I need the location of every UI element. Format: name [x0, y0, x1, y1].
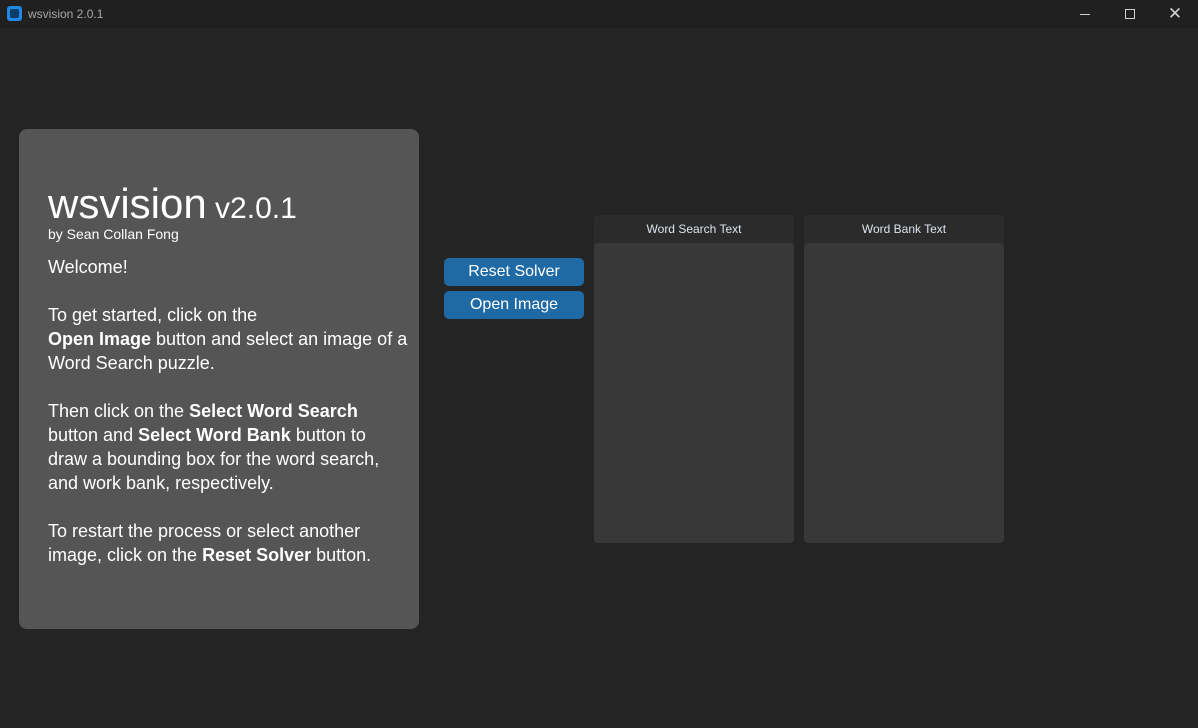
title-bar: wsvision 2.0.1 ✕	[0, 0, 1198, 28]
info-panel: wsvision v2.0.1 by Sean Collan Fong Welc…	[19, 129, 419, 629]
maximize-icon	[1125, 9, 1135, 19]
p2-bold1: Select Word Search	[189, 401, 358, 421]
p2-pre: Then click on the	[48, 401, 190, 421]
instructions-paragraph-3: To restart the process or select another…	[48, 519, 408, 567]
p1-pre: To get started, click on the	[48, 305, 258, 325]
app-name: wsvision	[48, 180, 207, 227]
word-bank-panel: Word Bank Text	[804, 215, 1004, 543]
word-search-textbox[interactable]	[594, 243, 794, 543]
app-icon	[7, 6, 22, 21]
instructions-paragraph-1: To get started, click on the Open Image b…	[48, 303, 408, 375]
app-version: v2.0.1	[206, 192, 297, 225]
word-bank-textbox[interactable]	[804, 243, 1004, 543]
word-bank-label: Word Bank Text	[861, 222, 947, 236]
close-icon: ✕	[1167, 3, 1183, 24]
p3-bold: Reset Solver	[202, 545, 312, 565]
minimize-icon	[1080, 13, 1090, 15]
reset-solver-button[interactable]: Reset Solver	[444, 258, 584, 286]
instructions: Welcome! To get started, click on the Ope…	[48, 255, 408, 591]
author-label: by Sean Collan Fong	[48, 226, 179, 242]
minimize-button[interactable]	[1062, 0, 1108, 28]
close-button[interactable]: ✕	[1152, 0, 1198, 28]
p1-bold: Open Image	[48, 329, 152, 349]
p3-post: button.	[311, 545, 372, 565]
open-image-button[interactable]: Open Image	[444, 291, 584, 319]
maximize-button[interactable]	[1107, 0, 1153, 28]
window-title: wsvision 2.0.1	[28, 7, 104, 21]
p2-mid: button and	[48, 425, 139, 445]
instructions-paragraph-2: Then click on the Select Word Search but…	[48, 399, 408, 495]
p2-bold2: Select Word Bank	[138, 425, 291, 445]
word-search-panel: Word Search Text	[594, 215, 794, 543]
welcome-text: Welcome!	[48, 257, 128, 277]
word-search-label: Word Search Text	[646, 222, 742, 236]
app-heading: wsvision v2.0.1	[48, 181, 297, 232]
